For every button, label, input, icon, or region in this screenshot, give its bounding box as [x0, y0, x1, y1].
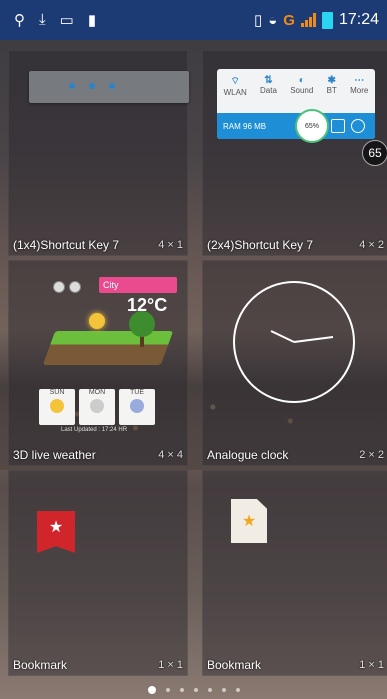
- widget-name: Bookmark: [207, 658, 262, 672]
- widget-name: (2x4)Shortcut Key 7: [207, 238, 314, 252]
- page-dot[interactable]: [147, 686, 156, 694]
- bookmark-icon: ★: [37, 511, 75, 553]
- tree-icon: [129, 311, 155, 337]
- bookmark-file-icon: ★: [231, 499, 267, 543]
- shortcut-2x4-preview: ⌔ WLAN ⇅ Data ◐ Sound ✱ BT ⋯ More RAM 96 MB 65%: [217, 69, 375, 143]
- weather-updated: Last Updated : 17:24 HR: [61, 427, 128, 433]
- widget-bookmark-1[interactable]: ★ Bookmark 1 × 1: [8, 470, 188, 676]
- page-indicator[interactable]: [0, 686, 387, 694]
- widget-name: Bookmark: [13, 658, 68, 672]
- page-dot[interactable]: [207, 688, 212, 692]
- widget-size: 4 × 2: [359, 239, 384, 251]
- clock-face-icon: [233, 281, 355, 403]
- status-time: 17:24: [338, 11, 379, 28]
- page-dot[interactable]: [235, 688, 240, 692]
- widget-name: 3D live weather: [13, 448, 96, 462]
- widget-bookmark-2[interactable]: ★ Bookmark 1 × 1: [202, 470, 387, 676]
- weather-toggle-icon: [53, 281, 65, 293]
- battery-icon: [321, 11, 333, 29]
- wifi-icon: ◒: [268, 11, 278, 29]
- widget-name: Analogue clock: [207, 448, 289, 462]
- widget-analogue-clock[interactable]: Analogue clock 2 × 2: [202, 260, 387, 466]
- widget-shortcut-1x4[interactable]: (1x4)Shortcut Key 7 4 × 1: [8, 50, 189, 256]
- page-dot[interactable]: [165, 688, 170, 692]
- status-bar: ⚲ ⤓ ▭ ▮ ▯ ◒ G 17:24: [0, 0, 387, 40]
- weather-city: City: [99, 277, 177, 293]
- widget-name: (1x4)Shortcut Key 7: [13, 238, 120, 252]
- weather-day: MON: [79, 389, 115, 425]
- memory-badge: 65: [362, 140, 387, 166]
- usb-icon: ⚲: [14, 12, 25, 29]
- download-icon: ⤓: [39, 11, 46, 28]
- page-dot[interactable]: [221, 688, 226, 692]
- weather-toggle-icon: [69, 281, 81, 293]
- screenshot-icon: ▭: [59, 12, 74, 29]
- widget-shortcut-2x4[interactable]: ⌔ WLAN ⇅ Data ◐ Sound ✱ BT ⋯ More RAM 96 MB 65% (…: [202, 50, 387, 256]
- page-dot[interactable]: [193, 688, 198, 692]
- sd-card-icon: ▮: [87, 12, 97, 29]
- widget-size: 1 × 1: [359, 659, 384, 671]
- signal-icon: [300, 13, 316, 27]
- widget-size: 4 × 1: [158, 239, 183, 251]
- network-type: G: [283, 11, 295, 29]
- widget-size: 4 × 4: [158, 449, 183, 461]
- sun-icon: [89, 313, 105, 329]
- page-dot[interactable]: [179, 688, 184, 692]
- vibrate-icon: ▯: [253, 12, 263, 29]
- weather-day: TUE: [119, 389, 155, 425]
- shortcut-1x4-preview: [29, 71, 189, 103]
- weather-day: SUN: [39, 389, 75, 425]
- widget-size: 2 × 2: [359, 449, 384, 461]
- weather-island: [42, 331, 174, 365]
- widget-3d-weather[interactable]: City 12°C SUN MON TUE Last Updated : 17:…: [8, 260, 188, 466]
- widget-size: 1 × 1: [158, 659, 183, 671]
